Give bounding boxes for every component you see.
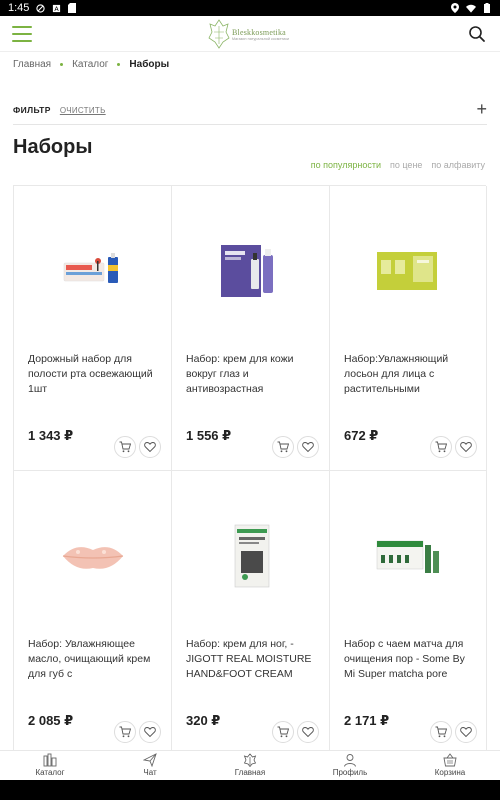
add-to-cart-button[interactable] — [430, 436, 452, 458]
sort-alphabet[interactable]: по алфавиту — [431, 160, 485, 170]
nav-label: Каталог — [35, 768, 65, 777]
home-logo-icon — [243, 753, 257, 767]
cart-icon — [277, 726, 289, 738]
product-price: 2 085 ₽ — [28, 713, 74, 728]
product-image[interactable] — [172, 511, 329, 601]
location-icon — [450, 3, 460, 13]
svg-text:A: A — [54, 6, 59, 13]
filter-bar: ФИЛЬТР ОЧИСТИТЬ + — [13, 99, 487, 125]
product-image[interactable] — [172, 226, 329, 316]
product-name[interactable]: Набор с чаем матча для очищения пор - So… — [344, 637, 472, 682]
user-icon — [344, 754, 356, 767]
bottom-navigation: Каталог Чат Главная Профиль Корзина — [0, 750, 500, 780]
sort-popularity[interactable]: по популярности — [311, 160, 381, 170]
search-icon[interactable] — [468, 25, 486, 43]
wifi-icon — [466, 3, 476, 13]
product-grid: Дорожный набор для полости рта освежающи… — [13, 185, 487, 756]
logo-subtitle: Магазин натуральной косметики — [232, 36, 290, 41]
breadcrumb-current: Наборы — [129, 59, 170, 70]
breadcrumb-separator — [60, 63, 64, 66]
nav-label: Главная — [234, 768, 266, 777]
product-card[interactable]: Набор с чаем матча для очищения пор - So… — [330, 471, 487, 756]
add-to-cart-button[interactable] — [430, 721, 452, 743]
catalog-icon — [43, 753, 57, 767]
nav-profile[interactable]: Профиль — [300, 751, 400, 780]
send-icon — [143, 753, 157, 767]
product-price: 320 ₽ — [186, 713, 221, 728]
heart-icon — [302, 727, 314, 738]
logo-mark-icon — [208, 19, 230, 49]
product-card[interactable]: Набор: крем для ног, - JIGOTT REAL MOIST… — [172, 471, 330, 756]
favorite-button[interactable] — [297, 436, 319, 458]
product-image[interactable] — [330, 226, 486, 316]
product-price: 1 556 ₽ — [186, 428, 232, 443]
product-card[interactable]: Дорожный набор для полости рта освежающи… — [14, 186, 172, 471]
notification-icon: A — [51, 3, 61, 13]
add-to-cart-button[interactable] — [272, 721, 294, 743]
product-price: 672 ₽ — [344, 428, 379, 443]
nav-label: Профиль — [332, 768, 368, 777]
product-image[interactable] — [330, 511, 486, 601]
nav-catalog[interactable]: Каталог — [0, 751, 100, 780]
favorite-button[interactable] — [139, 721, 161, 743]
nav-cart[interactable]: Корзина — [400, 751, 500, 780]
product-card[interactable]: Набор: Увлажняющее масло, очищающий крем… — [14, 471, 172, 756]
breadcrumb-separator — [117, 63, 121, 66]
breadcrumb-catalog[interactable]: Каталог — [72, 59, 108, 70]
menu-icon[interactable] — [12, 26, 32, 42]
nav-home[interactable]: Главная — [200, 751, 300, 780]
heart-icon — [460, 442, 472, 453]
breadcrumb: Главная Каталог Наборы — [13, 59, 169, 70]
app-header: Bleskkosmetika Магазин натуральной косме… — [0, 16, 500, 52]
product-price: 2 171 ₽ — [344, 713, 390, 728]
product-name[interactable]: Набор: крем для ног, - JIGOTT REAL MOIST… — [186, 637, 314, 682]
favorite-button[interactable] — [455, 721, 477, 743]
sort-price[interactable]: по цене — [390, 160, 422, 170]
page-title: Наборы — [13, 136, 93, 158]
cart-icon — [119, 726, 131, 738]
cart-icon — [119, 441, 131, 453]
battery-icon — [482, 3, 492, 13]
nav-chat[interactable]: Чат — [100, 751, 200, 780]
product-card[interactable]: Набор:Увлажняющий лосьон для лица с раст… — [330, 186, 487, 471]
favorite-button[interactable] — [139, 436, 161, 458]
product-image[interactable] — [14, 226, 171, 316]
add-to-cart-button[interactable] — [114, 436, 136, 458]
sd-card-icon — [67, 3, 77, 13]
system-navigation-bar — [0, 780, 500, 800]
filter-expand-icon[interactable]: + — [476, 99, 487, 120]
favorite-button[interactable] — [455, 436, 477, 458]
heart-icon — [302, 442, 314, 453]
logo-name: Bleskkosmetika — [232, 27, 286, 37]
nav-label: Корзина — [434, 768, 466, 777]
product-image[interactable] — [14, 511, 171, 601]
favorite-button[interactable] — [297, 721, 319, 743]
nav-label: Чат — [143, 768, 157, 777]
product-name[interactable]: Набор:Увлажняющий лосьон для лица с раст… — [344, 352, 472, 397]
sort-options: по популярности по цене по алфавиту — [311, 160, 485, 170]
cart-icon — [277, 441, 289, 453]
add-to-cart-button[interactable] — [272, 436, 294, 458]
logo[interactable]: Bleskkosmetika Магазин натуральной косме… — [208, 18, 289, 50]
product-name[interactable]: Дорожный набор для полости рта освежающи… — [28, 352, 156, 397]
filter-label[interactable]: ФИЛЬТР — [13, 105, 51, 115]
filter-clear-link[interactable]: ОЧИСТИТЬ — [60, 106, 106, 115]
product-price: 1 343 ₽ — [28, 428, 74, 443]
status-time: 1:45 — [8, 2, 30, 14]
vpn-icon — [35, 3, 45, 13]
product-card[interactable]: Набор: крем для кожи вокруг глаз и антив… — [172, 186, 330, 471]
basket-icon — [443, 753, 457, 767]
heart-icon — [460, 727, 472, 738]
heart-icon — [144, 442, 156, 453]
product-name[interactable]: Набор: Увлажняющее масло, очищающий крем… — [28, 637, 156, 682]
product-name[interactable]: Набор: крем для кожи вокруг глаз и антив… — [186, 352, 314, 397]
cart-icon — [435, 441, 447, 453]
breadcrumb-home[interactable]: Главная — [13, 59, 51, 70]
add-to-cart-button[interactable] — [114, 721, 136, 743]
heart-icon — [144, 727, 156, 738]
status-bar: 1:45 A — [0, 0, 500, 16]
cart-icon — [435, 726, 447, 738]
